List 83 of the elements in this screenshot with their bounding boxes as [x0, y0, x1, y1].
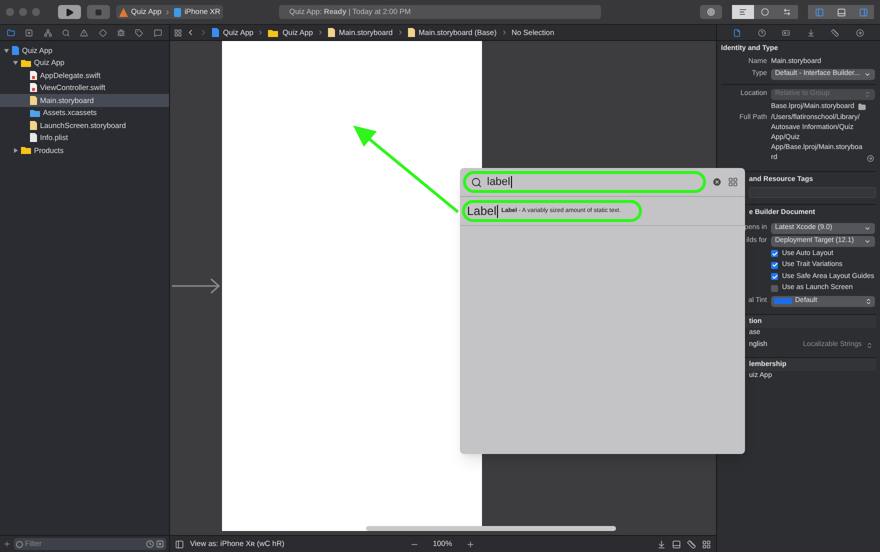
project-file-icon: [212, 28, 219, 37]
bottom-panel-icon: [836, 8, 846, 16]
label-preview: Label: [467, 204, 498, 218]
chevron-right-icon: [316, 29, 324, 36]
scroll-bar-thumb[interactable]: [366, 526, 616, 531]
swap-arrows-icon: [783, 8, 791, 16]
grid-view-icon[interactable]: [728, 177, 738, 187]
speech-bubble-icon[interactable]: [154, 28, 162, 36]
storyboard-file-icon: [30, 120, 37, 130]
clear-icon[interactable]: [712, 177, 722, 187]
folder-icon: [21, 146, 31, 154]
folder-icon: [268, 28, 278, 36]
panel-toggle-button[interactable]: [808, 5, 830, 19]
bug-icon[interactable]: [117, 28, 126, 36]
color-swatch: [774, 298, 792, 304]
swift-file-icon: [30, 70, 37, 80]
editor-mode-button[interactable]: [754, 5, 776, 19]
clock-icon[interactable]: [146, 540, 154, 548]
outline-toggle-icon[interactable]: [175, 540, 184, 548]
chevron-right-icon: [500, 29, 508, 36]
checkbox[interactable]: [771, 284, 778, 292]
play-icon: [65, 8, 74, 16]
right-panel-icon: [858, 8, 868, 16]
diamond-icon[interactable]: [98, 28, 107, 36]
stepper-icon: [865, 298, 872, 304]
disclosure-triangle-icon[interactable]: [13, 60, 18, 66]
warning-icon[interactable]: [80, 28, 88, 36]
chevron-right-icon: [396, 29, 404, 36]
chevron-right-icon: [164, 8, 172, 16]
stack-icon[interactable]: [672, 540, 681, 548]
boxed-x-icon[interactable]: [25, 28, 34, 36]
stepper-icon[interactable]: [866, 342, 873, 348]
align-icon[interactable]: [687, 540, 696, 548]
back-icon[interactable]: [186, 28, 195, 37]
stepper-icon: [864, 91, 871, 98]
help-icon[interactable]: [758, 28, 766, 36]
download-arrow-icon[interactable]: [806, 28, 815, 36]
filter-icon: [16, 540, 23, 548]
folder-icon: [21, 58, 31, 67]
editor-mode-button[interactable]: [776, 5, 798, 19]
ruler-icon[interactable]: [831, 28, 840, 36]
hierarchy-icon[interactable]: [44, 28, 52, 36]
phone-icon: [174, 8, 182, 16]
grid-icon[interactable]: [174, 28, 182, 36]
folder-icon[interactable]: [858, 103, 866, 111]
activity-button[interactable]: [700, 5, 722, 19]
checkbox[interactable]: [771, 262, 778, 269]
tag-icon[interactable]: [135, 28, 144, 36]
left-panel-icon: [814, 8, 824, 16]
entry-point-arrow: [172, 278, 220, 294]
library-search-field[interactable]: label: [463, 171, 706, 193]
search-icon[interactable]: [62, 28, 70, 36]
chevron-down-icon: [864, 71, 871, 78]
disclosure-triangle-icon[interactable]: [13, 148, 18, 153]
boxed-x-icon[interactable]: [156, 540, 164, 548]
text-lines-icon: [739, 8, 747, 16]
target-icon: [707, 8, 715, 16]
embed-icon[interactable]: [657, 540, 666, 548]
file-icon[interactable]: [733, 28, 742, 36]
zoom-in-icon[interactable]: [466, 540, 475, 548]
storyboard-file-icon: [408, 28, 415, 37]
stop-icon: [95, 8, 102, 16]
swift-file-icon: [30, 83, 37, 92]
checkbox[interactable]: [771, 273, 778, 280]
id-card-icon[interactable]: [782, 28, 790, 36]
disclosure-triangle-icon[interactable]: [4, 48, 9, 53]
run-button[interactable]: [58, 5, 81, 19]
checkbox[interactable]: [771, 250, 778, 258]
storyboard-file-icon: [328, 28, 335, 37]
storyboard-file-icon: [30, 96, 37, 105]
constraints-icon[interactable]: [702, 540, 711, 548]
project-file-icon: [12, 46, 19, 55]
search-value[interactable]: label: [487, 176, 512, 188]
search-icon: [471, 176, 482, 188]
arrow-circle-icon[interactable]: [856, 28, 864, 36]
file-icon: [30, 133, 37, 142]
reveal-arrow-icon[interactable]: [867, 155, 874, 162]
add-icon[interactable]: [3, 540, 11, 548]
panel-toggle-button[interactable]: [852, 5, 874, 19]
chevron-right-icon: [257, 29, 264, 36]
folder-icon[interactable]: [7, 28, 16, 36]
assets-folder-icon: [30, 108, 40, 117]
editor-mode-button[interactable]: [732, 5, 754, 19]
